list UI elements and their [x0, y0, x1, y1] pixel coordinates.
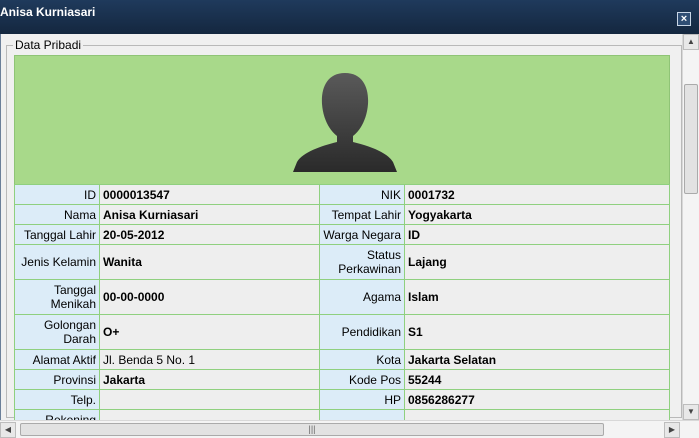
table-row: Nama Anisa Kurniasari Tempat Lahir Yogya…	[14, 204, 670, 225]
scroll-down-icon[interactable]: ▼	[683, 404, 699, 420]
table-row: Alamat Aktif Jl. Benda 5 No. 1 Kota Jaka…	[14, 349, 670, 370]
value-tanggal-menikah: 00-00-0000	[99, 279, 320, 315]
vertical-scroll-thumb[interactable]	[684, 84, 698, 194]
label-provinsi: Provinsi	[14, 369, 100, 390]
table-row: Jenis Kelamin Wanita Status Perkawinan L…	[14, 244, 670, 280]
value-nik: 0001732	[404, 184, 670, 205]
value-provinsi: Jakarta	[99, 369, 320, 390]
label-id: ID	[14, 184, 100, 205]
label-hp: HP	[319, 389, 405, 410]
value-status-perkawinan: Lajang	[404, 244, 670, 280]
value-agama: Islam	[404, 279, 670, 315]
label-telp: Telp.	[14, 389, 100, 410]
window-titlebar: Anisa Kurniasari ×	[0, 0, 699, 34]
personal-data-table: ID 0000013547 NIK 0001732 Nama Anisa Kur…	[14, 184, 670, 430]
value-tempat-lahir: Yogyakarta	[404, 204, 670, 225]
value-golongan-darah: O+	[99, 314, 320, 350]
table-row: Telp. HP 0856286277	[14, 389, 670, 410]
scroll-left-icon[interactable]: ◀	[0, 422, 16, 438]
value-alamat-aktif: Jl. Benda 5 No. 1	[99, 349, 320, 370]
label-golongan-darah: Golongan Darah	[14, 314, 100, 350]
table-row: Provinsi Jakarta Kode Pos 55244	[14, 369, 670, 390]
label-tanggal-lahir: Tanggal Lahir	[14, 224, 100, 245]
value-hp: 0856286277	[404, 389, 670, 410]
label-agama: Agama	[319, 279, 405, 315]
value-telp	[99, 389, 320, 410]
scroll-right-icon[interactable]: ▶	[664, 422, 680, 438]
label-kota: Kota	[319, 349, 405, 370]
horizontal-scroll-thumb[interactable]: |||	[20, 423, 604, 436]
table-row: Golongan Darah O+ Pendidikan S1	[14, 314, 670, 350]
label-tanggal-menikah: Tanggal Menikah	[14, 279, 100, 315]
value-nama: Anisa Kurniasari	[99, 204, 320, 225]
profile-photo	[14, 55, 670, 185]
label-nama: Nama	[14, 204, 100, 225]
horizontal-scrollbar[interactable]: ◀ ||| ▶	[0, 420, 699, 438]
value-pendidikan: S1	[404, 314, 670, 350]
value-tanggal-lahir: 20-05-2012	[99, 224, 320, 245]
window-title: Anisa Kurniasari	[0, 5, 96, 19]
label-kode-pos: Kode Pos	[319, 369, 405, 390]
label-jenis-kelamin: Jenis Kelamin	[14, 244, 100, 280]
fieldset-legend: Data Pribadi	[15, 38, 82, 52]
value-id: 0000013547	[99, 184, 320, 205]
dialog-content: Data Pribadi ID 0000013547 NIK 0001732 N…	[0, 34, 699, 438]
avatar-icon	[293, 73, 397, 172]
value-kota: Jakarta Selatan	[404, 349, 670, 370]
close-icon[interactable]: ×	[677, 12, 691, 26]
label-tempat-lahir: Tempat Lahir	[319, 204, 405, 225]
label-nik: NIK	[319, 184, 405, 205]
value-warga-negara: ID	[404, 224, 670, 245]
table-row: ID 0000013547 NIK 0001732	[14, 184, 670, 205]
label-alamat-aktif: Alamat Aktif	[14, 349, 100, 370]
value-kode-pos: 55244	[404, 369, 670, 390]
vertical-scrollbar[interactable]: ▲ ▼	[682, 34, 699, 420]
scroll-up-icon[interactable]: ▲	[683, 34, 699, 50]
label-warga-negara: Warga Negara	[319, 224, 405, 245]
table-row: Tanggal Lahir 20-05-2012 Warga Negara ID	[14, 224, 670, 245]
value-jenis-kelamin: Wanita	[99, 244, 320, 280]
label-pendidikan: Pendidikan	[319, 314, 405, 350]
label-status-perkawinan: Status Perkawinan	[319, 244, 405, 280]
table-row: Tanggal Menikah 00-00-0000 Agama Islam	[14, 279, 670, 315]
